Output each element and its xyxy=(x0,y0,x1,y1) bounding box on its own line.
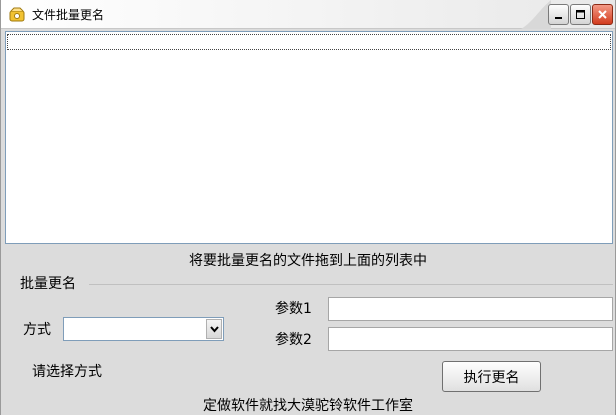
param2-input[interactable] xyxy=(328,327,613,351)
app-icon[interactable] xyxy=(9,7,25,23)
maximize-button[interactable] xyxy=(570,4,591,25)
title-bar[interactable]: 文件批量更名 xyxy=(1,0,615,29)
minimize-button[interactable] xyxy=(548,4,569,25)
titlebar-decoration xyxy=(521,0,551,29)
param2-label: 参数2 xyxy=(275,332,312,348)
mode-label: 方式 xyxy=(23,322,51,338)
close-icon xyxy=(598,10,607,19)
chevron-down-icon xyxy=(209,325,219,333)
mode-select[interactable] xyxy=(63,317,224,341)
main-window: 文件批量更名 将要批量更名的文件拖到上面的列表中 批量更名 方式 参数1 参数2… xyxy=(0,0,616,415)
list-focus-row[interactable] xyxy=(7,34,611,50)
maximize-icon xyxy=(576,10,585,19)
param1-label: 参数1 xyxy=(275,301,312,317)
drop-hint-text: 将要批量更名的文件拖到上面的列表中 xyxy=(189,253,427,269)
group-divider xyxy=(89,284,613,285)
footer-credit: 定做软件就找大漠驼铃软件工作室 xyxy=(203,398,413,414)
mode-select-dropdown-button[interactable] xyxy=(206,319,222,339)
close-button[interactable] xyxy=(592,4,613,25)
minimize-icon xyxy=(555,17,562,19)
file-list[interactable] xyxy=(5,31,613,244)
param1-input[interactable] xyxy=(328,297,613,321)
group-title: 批量更名 xyxy=(20,274,80,294)
status-text: 请选择方式 xyxy=(32,364,102,380)
window-title: 文件批量更名 xyxy=(32,8,105,22)
run-rename-button[interactable]: 执行更名 xyxy=(442,361,541,392)
